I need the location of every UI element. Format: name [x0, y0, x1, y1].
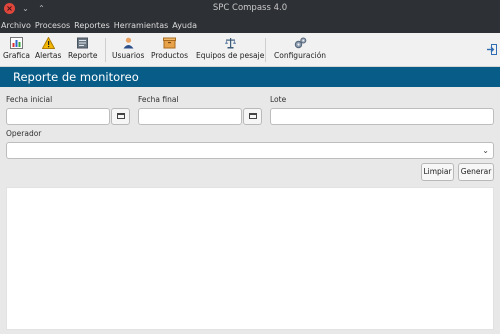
operador-label: Operador: [6, 129, 42, 138]
menu-procesos[interactable]: Procesos: [34, 21, 71, 30]
chevron-down-icon: ⌄: [482, 146, 489, 155]
toolbar-equipos-label: Equipos de pesaje: [196, 51, 265, 60]
users-icon: [123, 37, 134, 49]
warning-icon: [41, 37, 55, 49]
menu-herramientas[interactable]: Herramientas: [113, 21, 170, 30]
toolbar-reporte-label: Reporte: [68, 51, 98, 60]
toolbar-usuarios-button[interactable]: Usuarios: [112, 37, 144, 60]
lote-input[interactable]: [270, 108, 494, 125]
menu-bar: Archivo Procesos Reportes Herramientas A…: [0, 17, 500, 33]
exit-icon[interactable]: [487, 44, 497, 55]
window-title: SPC Compass 4.0: [212, 3, 288, 13]
toolbar-usuarios-label: Usuarios: [112, 51, 145, 60]
fecha-final-input[interactable]: [138, 108, 242, 125]
menu-ayuda[interactable]: Ayuda: [171, 21, 198, 30]
calendar-icon: [249, 113, 257, 119]
report-icon: [77, 37, 89, 49]
menu-archivo[interactable]: Archivo: [0, 21, 32, 30]
toolbar-reporte-button[interactable]: Reporte: [68, 37, 97, 60]
toolbar: Grafica Alertas Reporte Usuarios Product…: [0, 33, 500, 67]
box-icon: [162, 37, 176, 49]
calendar-icon: [117, 113, 125, 119]
report-results-area: [6, 187, 494, 330]
toolbar-alertas-button[interactable]: Alertas: [35, 37, 61, 60]
menu-reportes[interactable]: Reportes: [73, 21, 111, 30]
scale-icon: [224, 38, 236, 49]
fecha-final-label: Fecha final: [138, 95, 179, 104]
toolbar-configuracion-button[interactable]: Configuración: [274, 37, 326, 60]
title-bar: × ⌄ ⌃ SPC Compass 4.0: [0, 0, 500, 17]
gears-icon: [294, 37, 306, 49]
fecha-inicial-input[interactable]: [6, 108, 110, 125]
toolbar-productos-button[interactable]: Productos: [151, 37, 188, 60]
fecha-final-calendar-button[interactable]: [243, 108, 262, 125]
limpiar-button[interactable]: Limpiar: [421, 163, 454, 181]
toolbar-separator: [265, 38, 266, 62]
fecha-inicial-label: Fecha inicial: [6, 95, 53, 104]
toolbar-alertas-label: Alertas: [35, 51, 62, 60]
operador-select[interactable]: ⌄: [6, 142, 494, 159]
toolbar-grafica-button[interactable]: Grafica: [3, 37, 30, 60]
toolbar-productos-label: Productos: [151, 51, 188, 60]
generar-button[interactable]: Generar: [458, 163, 494, 181]
toolbar-grafica-label: Grafica: [3, 51, 30, 60]
toolbar-equipos-button[interactable]: Equipos de pesaje: [196, 37, 264, 60]
fecha-inicial-calendar-button[interactable]: [111, 108, 130, 125]
bar-chart-icon: [9, 37, 23, 49]
lote-label: Lote: [270, 95, 287, 104]
toolbar-separator: [105, 38, 106, 62]
page-title: Reporte de monitoreo: [13, 70, 139, 84]
toolbar-configuracion-label: Configuración: [274, 51, 327, 60]
section-header: Reporte de monitoreo: [0, 67, 500, 87]
